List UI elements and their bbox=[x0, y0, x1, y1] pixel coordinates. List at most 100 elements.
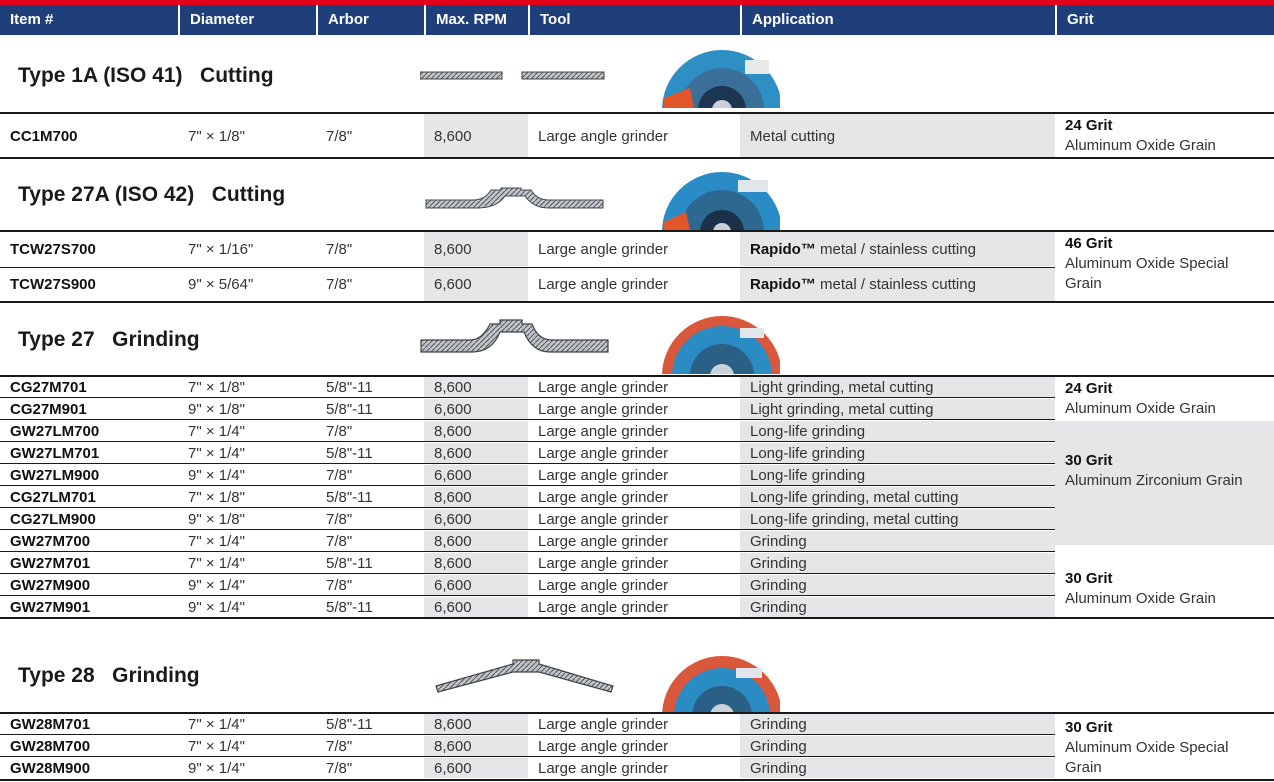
cell-application: Grinding bbox=[740, 597, 1055, 617]
cell-tool: Large angle grinder bbox=[538, 127, 669, 145]
cell-arbor: 7/8" bbox=[326, 240, 353, 258]
cell-application: Grinding bbox=[740, 553, 1055, 573]
row-divider bbox=[0, 441, 1055, 442]
row-divider bbox=[0, 734, 1055, 735]
cell-item: TCW27S900 bbox=[10, 276, 96, 293]
cell-item: CC1M700 bbox=[10, 127, 78, 145]
row-divider bbox=[0, 595, 1055, 596]
cell-arbor: 7/8" bbox=[326, 510, 353, 528]
grit-description: Aluminum Oxide Grain bbox=[1065, 590, 1216, 607]
cell-item: GW27LM700 bbox=[10, 422, 100, 440]
cell-application: Rapido™ metal / stainless cutting bbox=[740, 232, 1055, 266]
grit-description: Aluminum Zirconium Grain bbox=[1065, 472, 1243, 489]
grit-label: 30 Grit bbox=[1065, 719, 1113, 736]
section-top-rule bbox=[0, 112, 1274, 114]
cell-tool: Large angle grinder bbox=[538, 554, 669, 572]
cell-diameter: 9" × 1/4" bbox=[188, 466, 245, 484]
section-bottom-rule bbox=[0, 301, 1274, 303]
cell-tool: Large angle grinder bbox=[538, 715, 669, 733]
cell-diameter: 7" × 1/4" bbox=[188, 444, 245, 462]
cell-tool: Large angle grinder bbox=[538, 240, 669, 258]
cell-max-rpm: 8,600 bbox=[424, 377, 528, 397]
grit-group: 24 Grit Aluminum Oxide Grain bbox=[1055, 116, 1274, 156]
cell-diameter: 7" × 1/4" bbox=[188, 532, 245, 550]
wheel-disc-type-27-icon bbox=[662, 316, 780, 374]
cell-item: GW27M900 bbox=[10, 576, 91, 594]
cell-item: GW28M900 bbox=[10, 759, 91, 777]
cell-max-rpm: 8,600 bbox=[424, 487, 528, 507]
cell-diameter: 7" × 1/4" bbox=[188, 422, 245, 440]
cell-item: GW27M701 bbox=[10, 554, 91, 572]
cell-max-rpm: 8,600 bbox=[424, 714, 528, 734]
grit-description: Aluminum Oxide Grain bbox=[1065, 137, 1216, 154]
wheel-profile-type-27a-icon bbox=[425, 187, 604, 209]
application-text: metal / stainless cutting bbox=[820, 276, 976, 293]
cell-arbor: 5/8"-11 bbox=[326, 488, 373, 506]
cell-application: Long-life grinding bbox=[740, 465, 1055, 485]
cell-max-rpm: 6,600 bbox=[424, 465, 528, 485]
cell-application: Light grinding, metal cutting bbox=[740, 377, 1055, 397]
cell-item: GW27LM900 bbox=[10, 466, 100, 484]
cell-max-rpm: 8,600 bbox=[424, 553, 528, 573]
cell-max-rpm: 8,600 bbox=[424, 443, 528, 463]
cell-item: GW27LM701 bbox=[10, 444, 100, 462]
grit-description: Aluminum Oxide Grain bbox=[1065, 400, 1216, 417]
cell-arbor: 7/8" bbox=[326, 127, 353, 145]
brand-label: Rapido™ bbox=[750, 240, 816, 258]
cell-diameter: 7" × 1/8" bbox=[188, 127, 245, 145]
cell-diameter: 7" × 1/16" bbox=[188, 240, 254, 258]
cell-item: GW28M700 bbox=[10, 737, 91, 755]
cell-application: Grinding bbox=[740, 736, 1055, 756]
cell-arbor: 7/8" bbox=[326, 737, 353, 755]
cell-application: Long-life grinding, metal cutting bbox=[740, 509, 1055, 529]
col-header-item: Item # bbox=[0, 5, 178, 35]
cell-max-rpm: 8,600 bbox=[424, 736, 528, 756]
cell-application: Grinding bbox=[740, 714, 1055, 734]
cell-application: Metal cutting bbox=[740, 114, 1055, 158]
cell-tool: Large angle grinder bbox=[538, 378, 669, 396]
section-title-type-1a: Type 1A (ISO 41) Cutting bbox=[18, 64, 274, 87]
grit-group: 30 Grit Aluminum Oxide Grain bbox=[1055, 569, 1274, 609]
cell-arbor: 7/8" bbox=[326, 422, 353, 440]
cell-max-rpm: 8,600 bbox=[424, 232, 528, 266]
grit-label: 24 Grit bbox=[1065, 380, 1113, 397]
cell-item: CG27M901 bbox=[10, 400, 87, 418]
cell-max-rpm: 6,600 bbox=[424, 597, 528, 617]
row-divider bbox=[0, 397, 1055, 398]
col-header-arbor: Arbor bbox=[316, 5, 424, 35]
cell-diameter: 7" × 1/4" bbox=[188, 554, 245, 572]
grit-label: 46 Grit bbox=[1065, 235, 1113, 252]
cell-application: Grinding bbox=[740, 758, 1055, 778]
cell-arbor: 7/8" bbox=[326, 576, 353, 594]
wheel-disc-type-28-icon bbox=[662, 656, 780, 712]
row-divider bbox=[0, 529, 1055, 530]
section-title-type-28: Type 28 Grinding bbox=[18, 664, 200, 687]
cell-tool: Large angle grinder bbox=[538, 532, 669, 550]
grit-group: 30 Grit Aluminum Oxide Special Grain bbox=[1055, 718, 1245, 778]
cell-application: Light grinding, metal cutting bbox=[740, 399, 1055, 419]
application-text: metal / stainless cutting bbox=[820, 240, 976, 258]
section-title-type-27: Type 27 Grinding bbox=[18, 328, 200, 351]
cell-diameter: 9" × 1/4" bbox=[188, 576, 245, 594]
cell-arbor: 7/8" bbox=[326, 466, 353, 484]
cell-application: Long-life grinding, metal cutting bbox=[740, 487, 1055, 507]
cell-arbor: 5/8"-11 bbox=[326, 444, 373, 462]
section-bottom-rule bbox=[0, 617, 1274, 619]
cell-arbor: 5/8"-11 bbox=[326, 400, 373, 418]
row-divider bbox=[0, 419, 1055, 420]
grit-description: Aluminum Oxide Special Grain bbox=[1065, 739, 1229, 776]
wheel-profile-type-28-icon bbox=[435, 659, 614, 693]
cell-max-rpm: 6,600 bbox=[424, 575, 528, 595]
cell-tool: Large angle grinder bbox=[538, 400, 669, 418]
row-divider bbox=[0, 551, 1055, 552]
cell-max-rpm: 6,600 bbox=[424, 758, 528, 778]
cell-item: TCW27S700 bbox=[10, 240, 96, 258]
cell-arbor: 5/8"-11 bbox=[326, 554, 373, 572]
cell-application: Grinding bbox=[740, 575, 1055, 595]
cell-tool: Large angle grinder bbox=[538, 276, 669, 293]
col-header-tool: Tool bbox=[528, 5, 740, 35]
cell-diameter: 9" × 1/4" bbox=[188, 598, 245, 616]
wheel-profile-type-27-icon bbox=[420, 319, 609, 353]
cell-diameter: 9" × 1/4" bbox=[188, 759, 245, 777]
row-divider bbox=[0, 573, 1055, 574]
